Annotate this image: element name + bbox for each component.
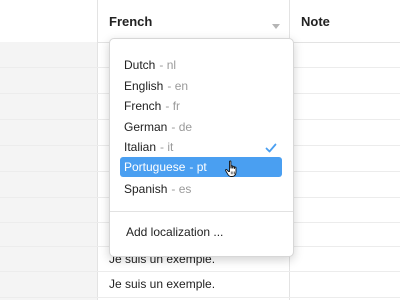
language-name: Italian (124, 140, 157, 154)
column-header-note[interactable]: Note (301, 0, 400, 42)
language-code: - it (160, 140, 174, 154)
language-code: - de (171, 120, 193, 134)
menu-separator (110, 211, 293, 212)
language-code: - es (171, 182, 192, 196)
chevron-down-icon[interactable] (272, 24, 280, 29)
language-code: - fr (165, 99, 181, 113)
table-cell[interactable]: Je suis un exemple. (109, 277, 215, 291)
menu-item-french[interactable]: French - fr (120, 96, 282, 116)
language-code: - nl (159, 58, 177, 72)
column-header-label: French (109, 13, 153, 29)
menu-item-german[interactable]: German - de (120, 117, 282, 137)
language-name: Spanish (124, 182, 168, 196)
menu-item-dutch[interactable]: Dutch - nl (120, 55, 282, 75)
row-divider (0, 297, 400, 298)
column-divider (97, 0, 98, 300)
language-name: Portuguese (124, 160, 186, 174)
language-code: - en (167, 79, 189, 93)
checkmark-icon (265, 143, 277, 153)
language-code: - pt (189, 160, 207, 174)
menu-item-italian[interactable]: Italian - it (120, 137, 282, 157)
hand-pointer-icon (225, 160, 237, 177)
row-divider (0, 271, 400, 272)
menu-item-spanish[interactable]: Spanish - es (120, 179, 282, 199)
add-localization-button[interactable]: Add localization ... (126, 225, 223, 239)
column-header-label: Note (301, 13, 330, 29)
language-name: German (124, 120, 168, 134)
menu-item-portuguese[interactable]: Portuguese - pt (120, 157, 282, 177)
menu-item-english[interactable]: English - en (120, 76, 282, 96)
language-name: French (124, 99, 162, 113)
language-name: Dutch (124, 58, 156, 72)
language-dropdown: Dutch - nl English - en French - fr Germ… (109, 38, 294, 257)
column-header-french[interactable]: French (109, 0, 289, 42)
language-name: English (124, 79, 164, 93)
